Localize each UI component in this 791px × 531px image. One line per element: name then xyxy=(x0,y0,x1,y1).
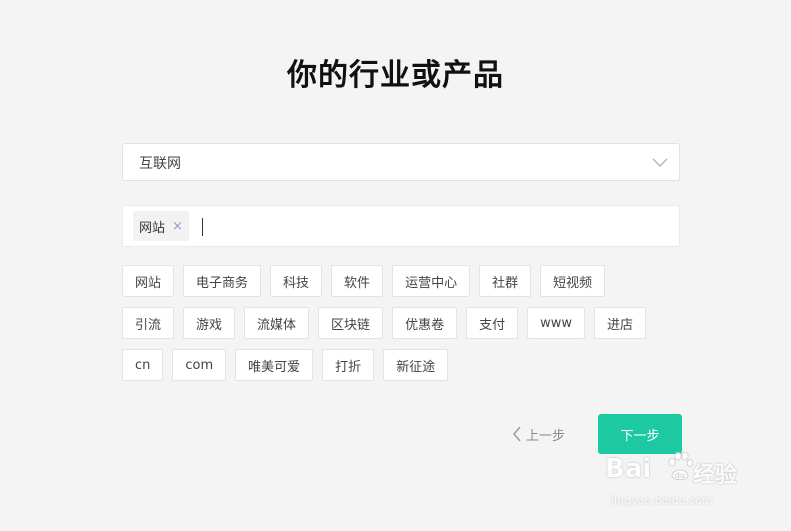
next-step-label: 下一步 xyxy=(620,428,660,444)
keyword-suggestions: 网站 电子商务 科技 软件 运营中心 社群 短视频 引流 游戏 流媒体 区块链 … xyxy=(122,265,682,391)
close-icon[interactable]: × xyxy=(172,219,183,234)
suggestion-tag[interactable]: 进店 xyxy=(594,307,647,339)
suggestion-tag[interactable]: 打折 xyxy=(322,349,375,381)
suggestion-tag[interactable]: com xyxy=(172,349,227,381)
suggestion-row: 引流 游戏 流媒体 区块链 优惠卷 支付 www 进店 xyxy=(122,307,682,339)
suggestion-row: 网站 电子商务 科技 软件 运营中心 社群 短视频 xyxy=(122,265,682,297)
suggestion-tag[interactable]: 软件 xyxy=(331,265,384,297)
suggestion-tag[interactable]: 短视频 xyxy=(540,265,606,297)
keyword-chip-label: 网站 xyxy=(139,220,166,236)
suggestion-tag[interactable]: 流媒体 xyxy=(244,307,310,339)
chevron-left-icon xyxy=(513,426,521,442)
watermark: Bai du 经验 jingyan.baidu.com xyxy=(605,446,755,516)
suggestion-tag[interactable]: 社群 xyxy=(479,265,532,297)
suggestion-tag[interactable]: 电子商务 xyxy=(183,265,262,297)
suggestion-tag[interactable]: 支付 xyxy=(466,307,519,339)
suggestion-tag[interactable]: 优惠卷 xyxy=(392,307,458,339)
suggestion-tag[interactable]: cn xyxy=(122,349,164,381)
chevron-down-icon[interactable] xyxy=(651,154,669,170)
suggestion-row: cn com 唯美可爱 打折 新征途 xyxy=(122,349,682,381)
text-cursor xyxy=(202,218,203,236)
suggestion-tag[interactable]: 运营中心 xyxy=(392,265,471,297)
suggestion-tag[interactable]: 网站 xyxy=(122,265,175,297)
watermark-url: jingyan.baidu.com xyxy=(611,494,713,507)
suggestion-tag[interactable]: 唯美可爱 xyxy=(235,349,314,381)
suggestion-tag[interactable]: 引流 xyxy=(122,307,175,339)
prev-step-button[interactable]: 上一步 xyxy=(512,414,565,454)
suggestion-tag[interactable]: 新征途 xyxy=(383,349,449,381)
suggestion-tag[interactable]: 区块链 xyxy=(318,307,384,339)
svg-text:du: du xyxy=(675,471,685,480)
page-title: 你的行业或产品 xyxy=(287,58,504,93)
prev-step-label: 上一步 xyxy=(526,428,566,444)
watermark-brand: Bai xyxy=(605,454,652,484)
watermark-brand-cn: 经验 xyxy=(693,463,738,488)
suggestion-tag[interactable]: 游戏 xyxy=(183,307,236,339)
keyword-tag-input[interactable]: 网站 × xyxy=(122,205,680,247)
keyword-chip: 网站 × xyxy=(133,211,189,241)
industry-select-value: 互联网 xyxy=(139,156,181,172)
suggestion-tag[interactable]: www xyxy=(527,307,585,339)
paw-logo-icon: du xyxy=(668,451,693,481)
suggestion-tag[interactable]: 科技 xyxy=(270,265,323,297)
industry-select[interactable]: 互联网 xyxy=(122,143,680,181)
